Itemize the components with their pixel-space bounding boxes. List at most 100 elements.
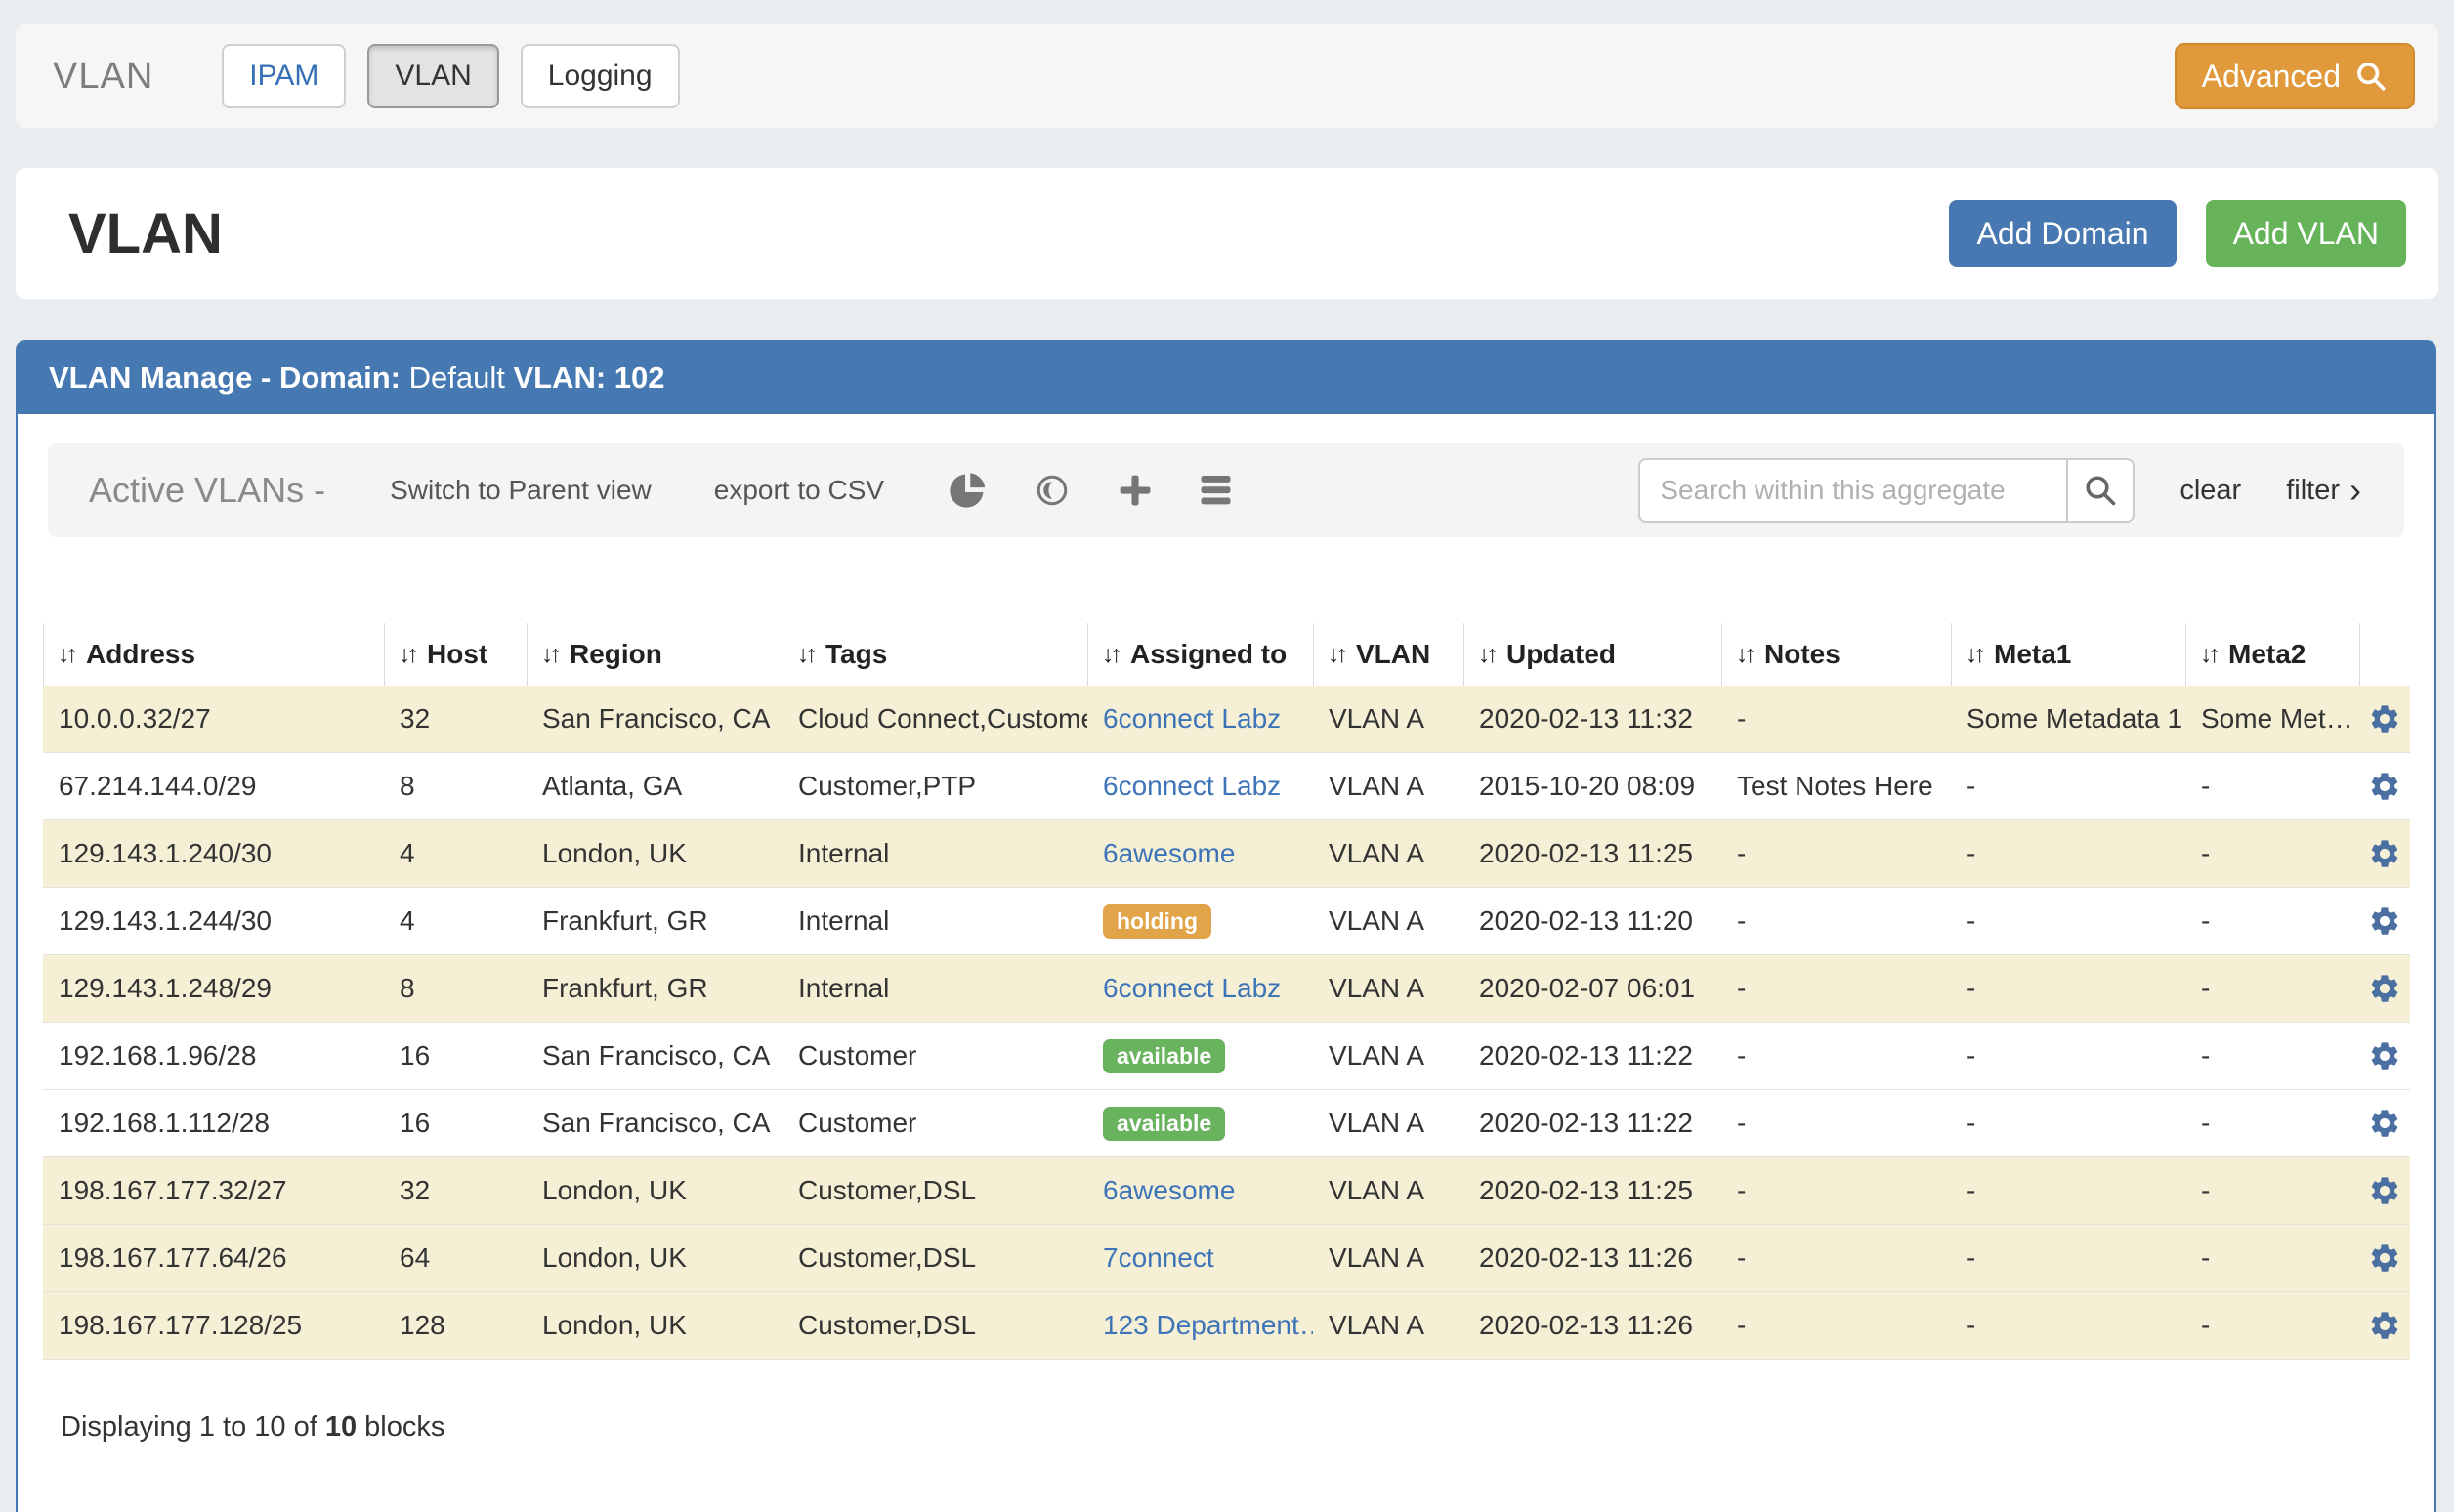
cell-meta2: Some Met… [2185,703,2359,735]
cell-notes: - [1721,1242,1951,1274]
cell-meta2: - [2185,1310,2359,1341]
cell-address: 192.168.1.112/28 [43,1108,384,1139]
row-actions-gear-icon[interactable] [2359,1039,2410,1072]
cell-updated: 2020-02-13 11:22 [1463,1040,1721,1071]
aggregate-search-input[interactable] [1638,458,2068,523]
cell-vlan: VLAN A [1313,1175,1463,1206]
cell-region: Frankfurt, GR [527,973,783,1004]
cell-vlan: VLAN A [1313,703,1463,735]
assigned-to-link[interactable]: 6awesome [1103,838,1235,868]
sort-icon: ↓↑ [58,641,74,669]
cell-region: London, UK [527,838,783,869]
page-actions: Add Domain Add VLAN [1949,200,2406,267]
row-actions-gear-icon[interactable] [2359,837,2410,870]
aggregate-search-group [1638,458,2135,523]
column-header-notes[interactable]: ↓↑Notes [1721,623,1951,686]
cell-meta1: - [1951,905,2185,937]
cell-meta1: - [1951,771,2185,802]
add-domain-button[interactable]: Add Domain [1949,200,2176,267]
cell-updated: 2020-02-13 11:25 [1463,1175,1721,1206]
cell-host: 32 [384,703,527,735]
search-icon [2354,60,2388,93]
cell-tags: Customer,PTP [783,771,1087,802]
table-row: 129.143.1.244/30 4 Frankfurt, GR Interna… [43,888,2410,955]
assigned-to-link[interactable]: 6connect Labz [1103,973,1281,1003]
cell-region: San Francisco, CA [527,1040,783,1071]
column-header-updated[interactable]: ↓↑Updated [1463,623,1721,686]
cell-assigned-to: 6awesome [1087,1175,1313,1206]
export-to-csv-link[interactable]: export to CSV [714,475,884,506]
cell-tags: Internal [783,905,1087,937]
cell-meta1: - [1951,1175,2185,1206]
table-row: 129.143.1.240/30 4 London, UK Internal 6… [43,820,2410,888]
filter-link[interactable]: filter › [2286,475,2361,507]
sort-icon: ↓↑ [1478,641,1495,669]
panel-title-segment: VLAN: 102 [513,360,664,396]
tab-ipam[interactable]: IPAM [222,44,346,108]
cell-tags: Customer [783,1108,1087,1139]
row-actions-gear-icon[interactable] [2359,1107,2410,1140]
pie-chart-icon[interactable] [947,470,988,511]
sort-icon: ↓↑ [1102,641,1119,669]
clear-filter-link[interactable]: clear [2179,475,2241,507]
cell-address: 198.167.177.64/26 [43,1242,384,1274]
cell-vlan: VLAN A [1313,838,1463,869]
assigned-to-link[interactable]: 6connect Labz [1103,771,1281,801]
cell-notes: - [1721,703,1951,735]
cell-vlan: VLAN A [1313,1108,1463,1139]
advanced-search-button[interactable]: Advanced [2175,43,2415,109]
row-actions-gear-icon[interactable] [2359,904,2410,938]
switch-to-parent-view-link[interactable]: Switch to Parent view [390,475,652,506]
cell-updated: 2020-02-13 11:26 [1463,1242,1721,1274]
column-header-host[interactable]: ↓↑Host [384,623,527,686]
assigned-to-link[interactable]: 7connect [1103,1242,1214,1273]
cell-notes: - [1721,1108,1951,1139]
cell-meta2: - [2185,1175,2359,1206]
assigned-to-link[interactable]: 6connect Labz [1103,703,1281,734]
row-actions-gear-icon[interactable] [2359,1241,2410,1275]
row-actions-gear-icon[interactable] [2359,1174,2410,1207]
cell-updated: 2020-02-07 06:01 [1463,973,1721,1004]
column-header-tags[interactable]: ↓↑Tags [783,623,1087,686]
cell-meta2: - [2185,1108,2359,1139]
top-navigation-bar: VLAN IPAM VLAN Logging Advanced [16,24,2438,128]
row-actions-gear-icon[interactable] [2359,770,2410,803]
tab-logging[interactable]: Logging [521,44,680,108]
table-row: 192.168.1.96/28 16 San Francisco, CA Cus… [43,1023,2410,1090]
column-header-region[interactable]: ↓↑Region [527,623,783,686]
row-actions-gear-icon[interactable] [2359,1309,2410,1342]
cell-vlan: VLAN A [1313,1040,1463,1071]
plus-icon[interactable] [1117,472,1154,509]
app-brand: VLAN [53,56,153,98]
cell-updated: 2020-02-13 11:32 [1463,703,1721,735]
panel-header: VLAN Manage - Domain: Default VLAN: 102 [18,342,2434,414]
column-header-assigned-to[interactable]: ↓↑Assigned to [1087,623,1313,686]
column-header-address[interactable]: ↓↑Address [43,623,384,686]
active-vlans-label: Active VLANs - [89,470,325,511]
cell-assigned-to: 6awesome [1087,838,1313,869]
assigned-to-link[interactable]: 123 Department… [1103,1310,1313,1340]
cell-notes: - [1721,838,1951,869]
column-header-meta2[interactable]: ↓↑Meta2 [2185,623,2359,686]
assigned-to-link[interactable]: 6awesome [1103,1175,1235,1205]
aggregate-search-button[interactable] [2068,458,2135,523]
tab-vlan[interactable]: VLAN [367,44,498,108]
cell-region: Frankfurt, GR [527,905,783,937]
menu-icon[interactable] [1199,473,1238,508]
column-header-meta1[interactable]: ↓↑Meta1 [1951,623,2185,686]
cell-tags: Internal [783,838,1087,869]
add-vlan-button[interactable]: Add VLAN [2206,200,2406,267]
advanced-button-label: Advanced [2202,59,2341,95]
row-actions-gear-icon[interactable] [2359,972,2410,1005]
cell-meta1: - [1951,1242,2185,1274]
search-icon [2083,473,2118,508]
column-header-vlan[interactable]: ↓↑VLAN [1313,623,1463,686]
filter-link-label: filter [2286,475,2340,507]
cell-tags: Internal [783,973,1087,1004]
row-actions-gear-icon[interactable] [2359,702,2410,735]
cell-host: 64 [384,1242,527,1274]
cell-region: San Francisco, CA [527,703,783,735]
eye-icon[interactable] [1033,471,1072,510]
cell-assigned-to: 123 Department… [1087,1310,1313,1341]
cell-tags: Customer,DSL [783,1242,1087,1274]
